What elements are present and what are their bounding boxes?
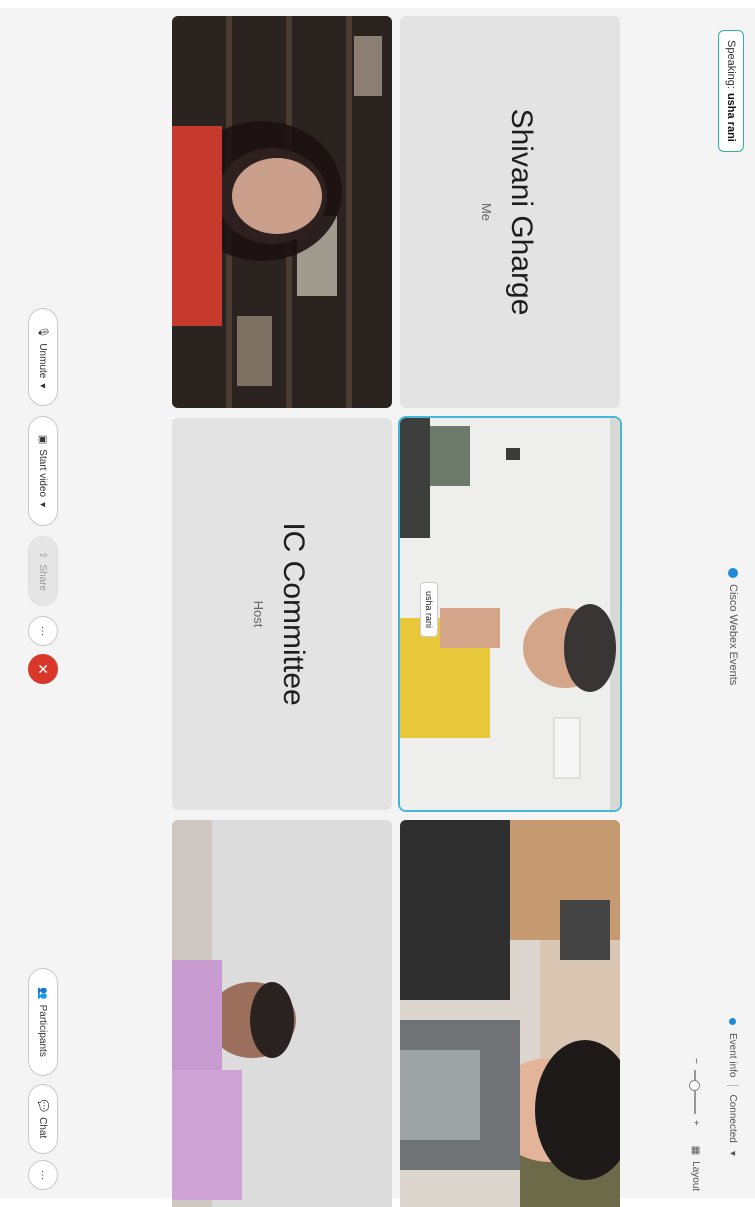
share-button[interactable]: ⇪ Share [28,536,58,606]
meeting-title-text: Cisco Webex Events [727,584,739,686]
participant-tile-video[interactable] [172,16,392,408]
participant-tile-me[interactable]: Shivani Gharge Me [400,16,620,408]
zoom-slider-handle[interactable] [689,1079,701,1091]
zoom-out-icon[interactable]: − [690,1058,701,1064]
meeting-title: Cisco Webex Events [727,568,739,685]
participant-name: Shivani Gharge [505,108,538,316]
chevron-down-icon[interactable]: ▾ [38,383,49,388]
speaking-indicator: Speaking: usha rani [718,30,744,152]
event-info-link[interactable]: Event info [728,1033,739,1077]
chevron-down-icon[interactable]: ▾ [38,502,49,507]
share-label: Share [37,564,49,592]
layout-icon[interactable]: ▦ [690,1146,701,1155]
start-video-label: Start video [37,449,49,498]
participants-label: Participants [37,1004,49,1057]
participant-video [172,16,392,408]
participant-tile-video[interactable] [400,820,620,1207]
layout-button[interactable]: Layout [690,1161,701,1191]
leave-meeting-button[interactable]: ✕ [28,654,58,684]
start-video-button[interactable]: ▣ Start video ▾ [28,416,58,526]
more-options-icon: ··· [37,626,49,636]
participant-tile-host[interactable]: IC Committee Host [172,418,392,810]
overflow-menu-button[interactable]: ··· [28,1160,58,1190]
unmute-label: Unmute [37,343,49,379]
top-bar: Speaking: usha rani Cisco Webex Events E… [709,8,755,1198]
more-options-button[interactable]: ··· [28,616,58,646]
unmute-button[interactable]: 🎙 Unmute ▾ [28,308,58,406]
participants-button[interactable]: 👥 Participants [28,968,58,1076]
connection-status[interactable]: Connected [728,1094,739,1142]
overflow-icon: ··· [37,1170,49,1180]
close-icon: ✕ [35,663,52,675]
camera-icon: ▣ [37,434,49,445]
control-bar: 🎙 Unmute ▾ ▣ Start video ▾ ⇪ Share ··· ✕… [15,8,75,1198]
microphone-muted-icon: 🎙 [37,325,49,339]
participant-tile-video[interactable] [172,820,392,1207]
chevron-down-icon[interactable]: ▾ [728,1151,739,1156]
meeting-window: Speaking: usha rani Cisco Webex Events E… [0,8,755,1207]
info-icon [729,1018,737,1025]
top-right-status: Event info Connected ▾ [727,1018,739,1156]
participant-video [400,820,620,1207]
webex-logo-icon [728,568,738,578]
participant-video [172,820,392,1207]
zoom-in-icon[interactable]: + [690,1120,701,1126]
speaking-name: usha rani [725,92,737,142]
participant-role: Host [251,600,266,628]
zoom-controls: − + ▦ Layout [689,1058,701,1191]
zoom-slider[interactable] [689,1069,701,1114]
chat-label: Chat [37,1117,49,1139]
share-icon: ⇪ [37,550,49,560]
participant-name: IC Committee [277,522,310,706]
speaking-label: Speaking: [725,40,737,89]
divider [727,1085,739,1087]
chat-button[interactable]: 💬 Chat [28,1084,58,1154]
participant-tile-active-speaker[interactable]: usha rani [400,418,620,810]
chat-icon: 💬 [37,1099,49,1113]
participant-name-tag: usha rani [420,582,438,638]
participants-icon: 👥 [37,987,49,1000]
participant-role: Me [479,202,494,222]
